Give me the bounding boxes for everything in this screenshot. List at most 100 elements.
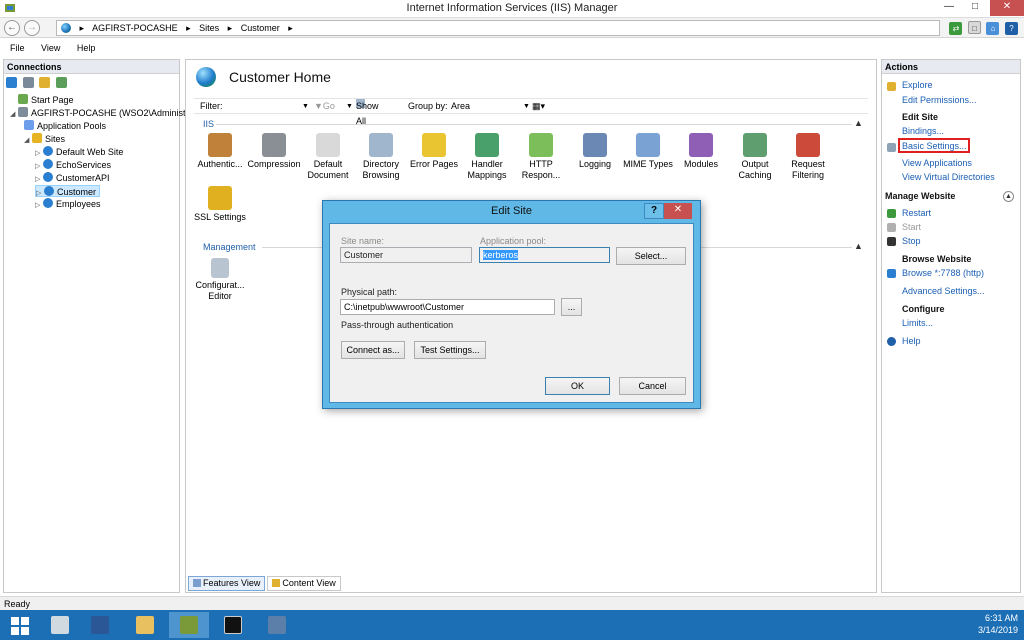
maximize-button[interactable]: □ [962, 0, 988, 16]
start-button[interactable] [0, 612, 40, 638]
feature-label: MIME Types [623, 159, 673, 169]
stop-link[interactable]: Stop [902, 236, 921, 247]
collapse-section-icon[interactable]: ▲ [854, 241, 863, 251]
expand-icon[interactable]: ▷ [35, 200, 43, 212]
dialog-close-button[interactable]: ✕ [664, 203, 692, 219]
tree-item-start-page[interactable]: Start Page [10, 94, 74, 106]
feature-ssl-settings[interactable]: SSL Settings [192, 186, 248, 223]
collapse-icon[interactable]: ◢ [10, 109, 18, 121]
go-button[interactable]: ▼ Go [314, 99, 335, 114]
back-button[interactable]: ← [4, 20, 20, 36]
limits-link[interactable]: Limits... [902, 318, 933, 329]
save-icon[interactable] [22, 77, 34, 88]
taskbar-clock[interactable]: 6:31 AM 3/14/2019 [978, 612, 1018, 636]
home-icon[interactable]: ⌂ [986, 22, 1000, 35]
stop-icon[interactable]: □ [967, 21, 981, 34]
taskbar-server-manager[interactable] [40, 612, 80, 638]
help-link[interactable]: Help [902, 336, 921, 347]
configuration-editor-icon [211, 258, 229, 278]
select-button[interactable]: Select... [616, 247, 686, 265]
breadcrumb-customer[interactable]: Customer [241, 23, 280, 33]
taskbar-file-explorer[interactable] [125, 612, 165, 638]
go-icon[interactable]: ⇄ [949, 22, 963, 35]
basic-settings-link[interactable]: Basic Settings... [902, 141, 967, 152]
browse-path-button[interactable]: ... [561, 298, 582, 316]
site-name-field[interactable]: Customer [340, 247, 472, 263]
feature-compression[interactable]: Compression [246, 133, 302, 170]
filter-dropdown-icon[interactable]: ▼ [302, 99, 309, 114]
feature-label: Output [741, 159, 769, 169]
collapse-group-icon[interactable]: ▲ [1003, 191, 1014, 202]
up-level-icon[interactable] [39, 77, 51, 88]
tree-item-employees[interactable]: ▷ Employees [35, 198, 101, 210]
view-applications-link[interactable]: View Applications [902, 158, 972, 169]
forward-button[interactable]: → [24, 20, 40, 36]
menu-file[interactable]: File [10, 43, 25, 53]
taskbar-app[interactable] [257, 612, 297, 638]
dialog-help-button[interactable]: ? [644, 203, 664, 219]
feature-label: Document [307, 170, 349, 180]
address-bar: ← → ▸ AGFIRST-POCASHE ▸ Sites ▸ Customer… [0, 18, 1024, 38]
tab-features-view[interactable]: Features View [188, 576, 266, 591]
go-dropdown-icon[interactable]: ▼ [346, 99, 353, 114]
collapse-icon[interactable]: ◢ [24, 135, 32, 147]
taskbar-command-prompt[interactable] [213, 612, 253, 638]
test-settings-button[interactable]: Test Settings... [414, 341, 486, 359]
browse-port-link[interactable]: Browse *:7788 (http) [902, 268, 984, 279]
feature-http-response[interactable]: HTTP Respon... [513, 133, 569, 181]
tree-item-server[interactable]: ◢ AGFIRST-POCASHE (WSO2\Administrat [10, 107, 196, 119]
minimize-button[interactable]: — [936, 0, 962, 16]
feature-handler-mappings[interactable]: Handler Mappings [459, 133, 515, 181]
connect-as-button[interactable]: Connect as... [341, 341, 405, 359]
help-icon[interactable]: ? [1005, 22, 1018, 35]
cancel-button[interactable]: Cancel [619, 377, 686, 395]
bindings-link[interactable]: Bindings... [902, 126, 944, 137]
help-icon [887, 337, 896, 346]
tree-item-application-pools[interactable]: Application Pools [24, 120, 106, 132]
feature-mime-types[interactable]: MIME Types [620, 133, 676, 170]
connect-icon[interactable] [6, 77, 17, 88]
explore-link[interactable]: Explore [902, 80, 933, 91]
feature-label: Logging [578, 159, 612, 169]
view-mode-icon[interactable]: ▦▾ [532, 99, 545, 114]
feature-logging[interactable]: Logging [567, 133, 623, 170]
feature-error-pages[interactable]: Error Pages [406, 133, 462, 170]
breadcrumb-sites[interactable]: Sites [199, 23, 219, 33]
explore-icon [887, 82, 896, 91]
breadcrumb[interactable]: ▸ AGFIRST-POCASHE ▸ Sites ▸ Customer ▸ [56, 20, 940, 36]
taskbar-powershell[interactable] [80, 612, 120, 638]
start-link[interactable]: Start [902, 222, 921, 233]
view-virtual-directories-link[interactable]: View Virtual Directories [902, 172, 995, 183]
passthrough-label: Pass-through authentication [341, 320, 454, 330]
ok-button[interactable]: OK [545, 377, 610, 395]
feature-request-filtering[interactable]: Request Filtering [780, 133, 836, 181]
dialog-body: Site name: Customer Application pool: ke… [329, 223, 694, 403]
collapse-section-icon[interactable]: ▲ [854, 118, 863, 128]
breadcrumb-server[interactable]: AGFIRST-POCASHE [92, 23, 178, 33]
tree-item-customer[interactable]: ▷ Customer [35, 185, 101, 197]
handler-mappings-icon [475, 133, 499, 157]
output-caching-icon [743, 133, 767, 157]
feature-default-document[interactable]: Default Document [300, 133, 356, 181]
filter-input[interactable] [226, 100, 310, 112]
tree-item-sites[interactable]: ◢ Sites [24, 133, 65, 145]
feature-modules[interactable]: Modules [673, 133, 729, 170]
tab-content-view[interactable]: Content View [267, 576, 341, 591]
advanced-settings-link[interactable]: Advanced Settings... [902, 286, 985, 297]
feature-configuration-editor[interactable]: Configurat... Editor [192, 258, 248, 302]
menu-view[interactable]: View [41, 43, 60, 53]
feature-authentication[interactable]: Authentic... [192, 133, 248, 170]
edit-permissions-link[interactable]: Edit Permissions... [902, 95, 977, 106]
app-pool-field[interactable]: kerberos [479, 247, 610, 263]
physical-path-field[interactable]: C:\inetpub\wwwroot\Customer [340, 299, 555, 315]
taskbar-iis-manager[interactable] [169, 612, 209, 638]
tree-item-echoservices[interactable]: ▷ EchoServices [35, 159, 111, 171]
close-window-button[interactable]: ✕ [990, 0, 1024, 16]
feature-directory-browsing[interactable]: Directory Browsing [353, 133, 409, 181]
refresh-icon[interactable] [55, 77, 67, 88]
tree-item-customerapi[interactable]: ▷ CustomerAPI [35, 172, 110, 184]
menu-help[interactable]: Help [77, 43, 96, 53]
tree-item-default-web-site[interactable]: ▷ Default Web Site [35, 146, 123, 158]
feature-output-caching[interactable]: Output Caching [727, 133, 783, 181]
restart-link[interactable]: Restart [902, 208, 931, 219]
